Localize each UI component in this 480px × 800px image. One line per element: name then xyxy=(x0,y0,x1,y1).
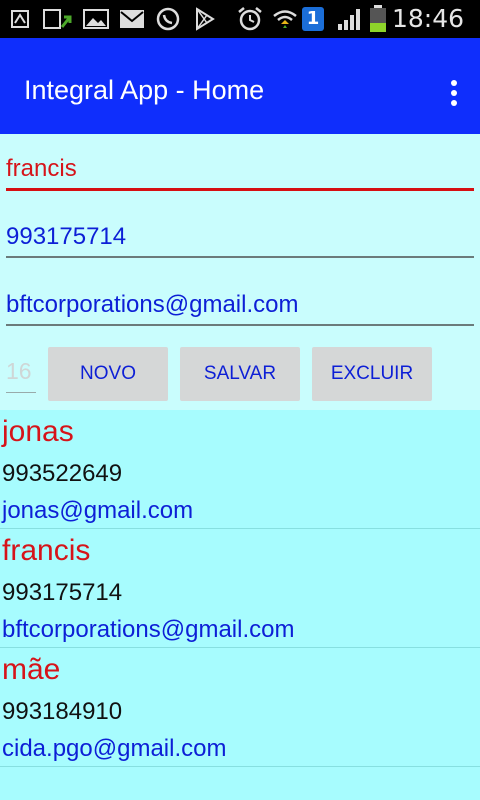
contact-phone: 993175714 xyxy=(2,579,123,606)
contact-email: cida.pgo@gmail.com xyxy=(2,735,227,762)
name-input[interactable] xyxy=(6,154,474,184)
battery-icon xyxy=(370,5,386,32)
phone-input[interactable] xyxy=(6,222,474,252)
app-title: Integral App - Home xyxy=(24,75,265,105)
mail-icon xyxy=(120,10,144,28)
alarm-icon xyxy=(238,7,262,31)
contact-phone: 993184910 xyxy=(2,698,123,725)
email-input-underline xyxy=(6,324,474,326)
email-input[interactable] xyxy=(6,290,474,320)
list-item[interactable]: mãe 993184910 cida.pgo@gmail.com xyxy=(0,648,480,767)
sync-icon xyxy=(11,10,29,28)
signal-icon xyxy=(338,9,360,30)
whatsapp-icon xyxy=(156,7,180,31)
contact-email: bftcorporations@gmail.com xyxy=(2,616,295,643)
status-time: 18:46 xyxy=(391,4,464,33)
more-vert-icon[interactable] xyxy=(448,78,458,108)
name-input-underline xyxy=(6,188,474,191)
status-bar: 1 18:46 xyxy=(0,0,480,38)
save-button[interactable]: SALVAR xyxy=(180,347,300,401)
id-field: 16 xyxy=(6,358,32,384)
contact-list[interactable]: jonas 993522649 jonas@gmail.com francis … xyxy=(0,410,480,800)
list-item[interactable]: jonas 993522649 jonas@gmail.com xyxy=(0,410,480,529)
image-icon xyxy=(83,9,109,29)
download-icon xyxy=(43,9,72,29)
id-field-underline xyxy=(6,392,36,393)
contact-name: francis xyxy=(2,534,91,567)
contact-phone: 993522649 xyxy=(2,460,123,487)
delete-button[interactable]: EXCLUIR xyxy=(312,347,432,401)
sim-badge-icon: 1 xyxy=(302,7,324,31)
play-store-icon xyxy=(196,7,215,31)
phone-input-underline xyxy=(6,256,474,258)
list-item[interactable]: francis 993175714 bftcorporations@gmail.… xyxy=(0,529,480,648)
wifi-icon xyxy=(273,10,297,28)
app-bar: Integral App - Home xyxy=(0,38,480,134)
new-button[interactable]: NOVO xyxy=(48,347,168,401)
contact-name: mãe xyxy=(2,653,61,686)
contact-email: jonas@gmail.com xyxy=(2,497,194,524)
contact-name: jonas xyxy=(2,415,74,448)
